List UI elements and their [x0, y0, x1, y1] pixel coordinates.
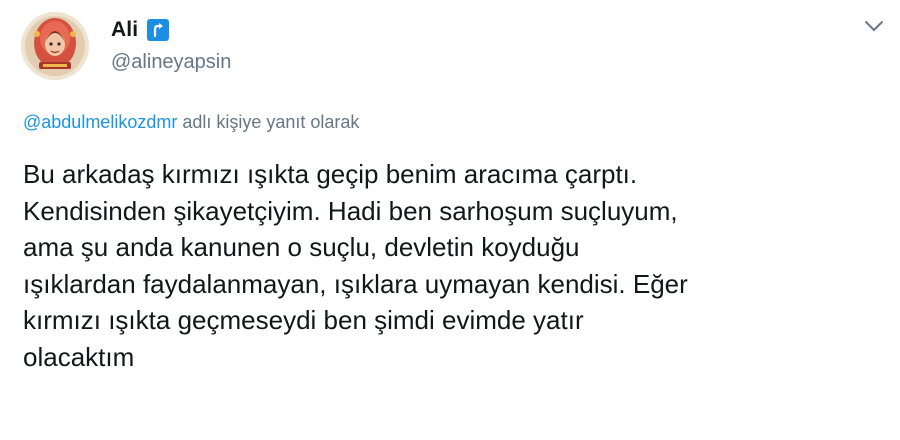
chevron-down-icon: [865, 21, 883, 31]
tweet-text-line: ama şu anda kanunen o suçlu, devletin ko…: [23, 232, 580, 262]
author-display-name[interactable]: Ali: [111, 18, 138, 42]
tweet-card: Ali @alineyapsin @abdulmelikozdmr adlı k…: [0, 0, 900, 440]
tweet-text-line: ışıklardan faydalanmayan, ışıklara uymay…: [23, 268, 688, 299]
reply-context: @abdulmelikozdmr adlı kişiye yanıt olara…: [23, 112, 359, 133]
tweet-text: Bu arkadaş kırmızı ışıkta geçip benim ar…: [23, 156, 883, 375]
author-handle[interactable]: @alineyapsin: [111, 51, 231, 74]
reply-suffix: adlı kişiye yanıt olarak: [182, 112, 360, 132]
avatar[interactable]: [21, 12, 89, 80]
tweet-text-line: Bu arkadaş kırmızı ışıkta geçip benim ar…: [23, 159, 638, 189]
reply-mention-link[interactable]: @abdulmelikozdmr: [23, 112, 177, 132]
tweet-text-line: kırmızı ışıkta geçmeseydi ben şimdi evim…: [23, 305, 584, 335]
tweet-menu-button[interactable]: [861, 16, 887, 36]
author-name-row: Ali: [111, 16, 170, 44]
tweet-text-line: olacaktım: [23, 341, 135, 372]
tweet-text-line: Kendisinden şikayetçiyim. Hadi ben sarho…: [23, 195, 678, 226]
avatar-illustration-icon: [21, 12, 89, 80]
curved-arrow-badge-icon: [147, 19, 170, 41]
